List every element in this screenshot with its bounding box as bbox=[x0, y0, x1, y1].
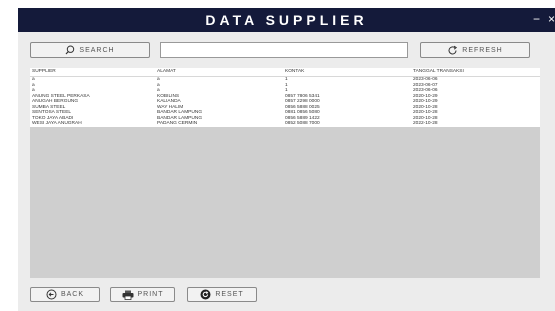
table-cell: ANUNG STEEL PERKASA bbox=[32, 93, 90, 99]
window-title: DATA SUPPLIER bbox=[205, 12, 368, 28]
printer-icon bbox=[122, 290, 134, 300]
table-cell: a bbox=[32, 77, 35, 82]
table-cell: 1 bbox=[285, 77, 288, 82]
table-cell: 0856 5889 1422 bbox=[285, 115, 320, 121]
table-cell: 0857 2298 0000 bbox=[285, 99, 320, 104]
table-cell: 1 bbox=[285, 82, 288, 88]
search-input[interactable] bbox=[160, 42, 408, 58]
back-button-label: BACK bbox=[60, 291, 85, 298]
table-cell: 1 bbox=[285, 88, 288, 93]
print-button-label: PRINT bbox=[137, 291, 164, 298]
table-cell: 2020-10-28 bbox=[413, 115, 438, 121]
column-header-alamat[interactable]: ALAMAT bbox=[157, 69, 176, 74]
table-cell: KALIANDA bbox=[157, 99, 181, 104]
table-cell: 2022-10-28 bbox=[413, 121, 438, 126]
supplier-table: SUPPLIER ALAMAT KONTAK TANGGAL TRANSAKSI… bbox=[30, 68, 540, 278]
title-bar: DATA SUPPLIER − × bbox=[0, 0, 555, 32]
table-cell: 2020-10-29 bbox=[413, 99, 438, 104]
table-body: a a 1 2023-06-06 a a 1 2023-06-07 a a 1 2023-06-06 A… bbox=[30, 77, 540, 127]
table-cell: WESI JAYA ANUGRAH bbox=[32, 121, 82, 126]
table-cell: a bbox=[157, 82, 160, 88]
table-cell: 0852 5088 7000 bbox=[285, 121, 320, 126]
table-cell: 2020-10-29 bbox=[413, 93, 438, 99]
column-header-supplier[interactable]: SUPPLIER bbox=[32, 69, 56, 74]
table-cell: 2020-10-28 bbox=[413, 110, 438, 115]
table-cell: 2023-06-07 bbox=[413, 82, 438, 88]
table-cell: 2023-06-06 bbox=[413, 77, 438, 82]
table-header: SUPPLIER ALAMAT KONTAK TANGGAL TRANSAKSI bbox=[30, 68, 540, 77]
reset-icon bbox=[200, 289, 211, 300]
table-cell: a bbox=[32, 82, 35, 88]
refresh-icon bbox=[447, 45, 458, 56]
reset-button[interactable]: RESET bbox=[187, 287, 257, 302]
table-cell: PADANG CERMIN bbox=[157, 121, 198, 126]
table-cell: 0857 7806 5341 bbox=[285, 93, 320, 99]
table-cell: a bbox=[32, 88, 35, 93]
back-arrow-icon bbox=[46, 289, 57, 300]
table-cell: BANDAR LAMPUNG bbox=[157, 110, 203, 115]
table-cell: 0856 5888 0025 bbox=[285, 104, 320, 110]
search-button[interactable]: SEARCH bbox=[30, 42, 150, 58]
print-button[interactable]: PRINT bbox=[110, 287, 175, 302]
title-bar-background: DATA SUPPLIER − × bbox=[18, 8, 555, 32]
table-cell: WAY HALIM bbox=[157, 104, 184, 110]
table-cell: 0881 0856 5080 bbox=[285, 110, 320, 115]
column-header-tanggal[interactable]: TANGGAL TRANSAKSI bbox=[413, 69, 464, 74]
table-cell: ANUGAH BERGUNG bbox=[32, 99, 79, 104]
refresh-button-label: REFRESH bbox=[462, 46, 503, 54]
refresh-button[interactable]: REFRESH bbox=[420, 42, 530, 58]
column-header-kontak[interactable]: KONTAK bbox=[285, 69, 304, 74]
table-cell: SENTOSA STEEL bbox=[32, 110, 72, 115]
table-cell: a bbox=[157, 88, 160, 93]
table-cell: 2020-10-28 bbox=[413, 104, 438, 110]
back-button[interactable]: BACK bbox=[30, 287, 100, 302]
table-cell: TOKO JAYA ABADI bbox=[32, 115, 74, 121]
search-button-label: SEARCH bbox=[79, 46, 115, 54]
table-row[interactable]: WESI JAYA ANUGRAH PADANG CERMIN 0852 5088 … bbox=[30, 121, 540, 127]
table-cell: BANDAR LAMPUNG bbox=[157, 115, 203, 121]
minimize-button[interactable]: − bbox=[533, 8, 545, 32]
table-cell: a bbox=[157, 77, 160, 82]
table-cell: SUMBA STEEL bbox=[32, 104, 66, 110]
table-cell: KOBILINS bbox=[157, 93, 180, 99]
close-button[interactable]: × bbox=[548, 8, 555, 32]
table-cell: 2023-06-06 bbox=[413, 88, 438, 93]
reset-button-label: RESET bbox=[215, 291, 244, 298]
search-icon bbox=[65, 45, 75, 55]
